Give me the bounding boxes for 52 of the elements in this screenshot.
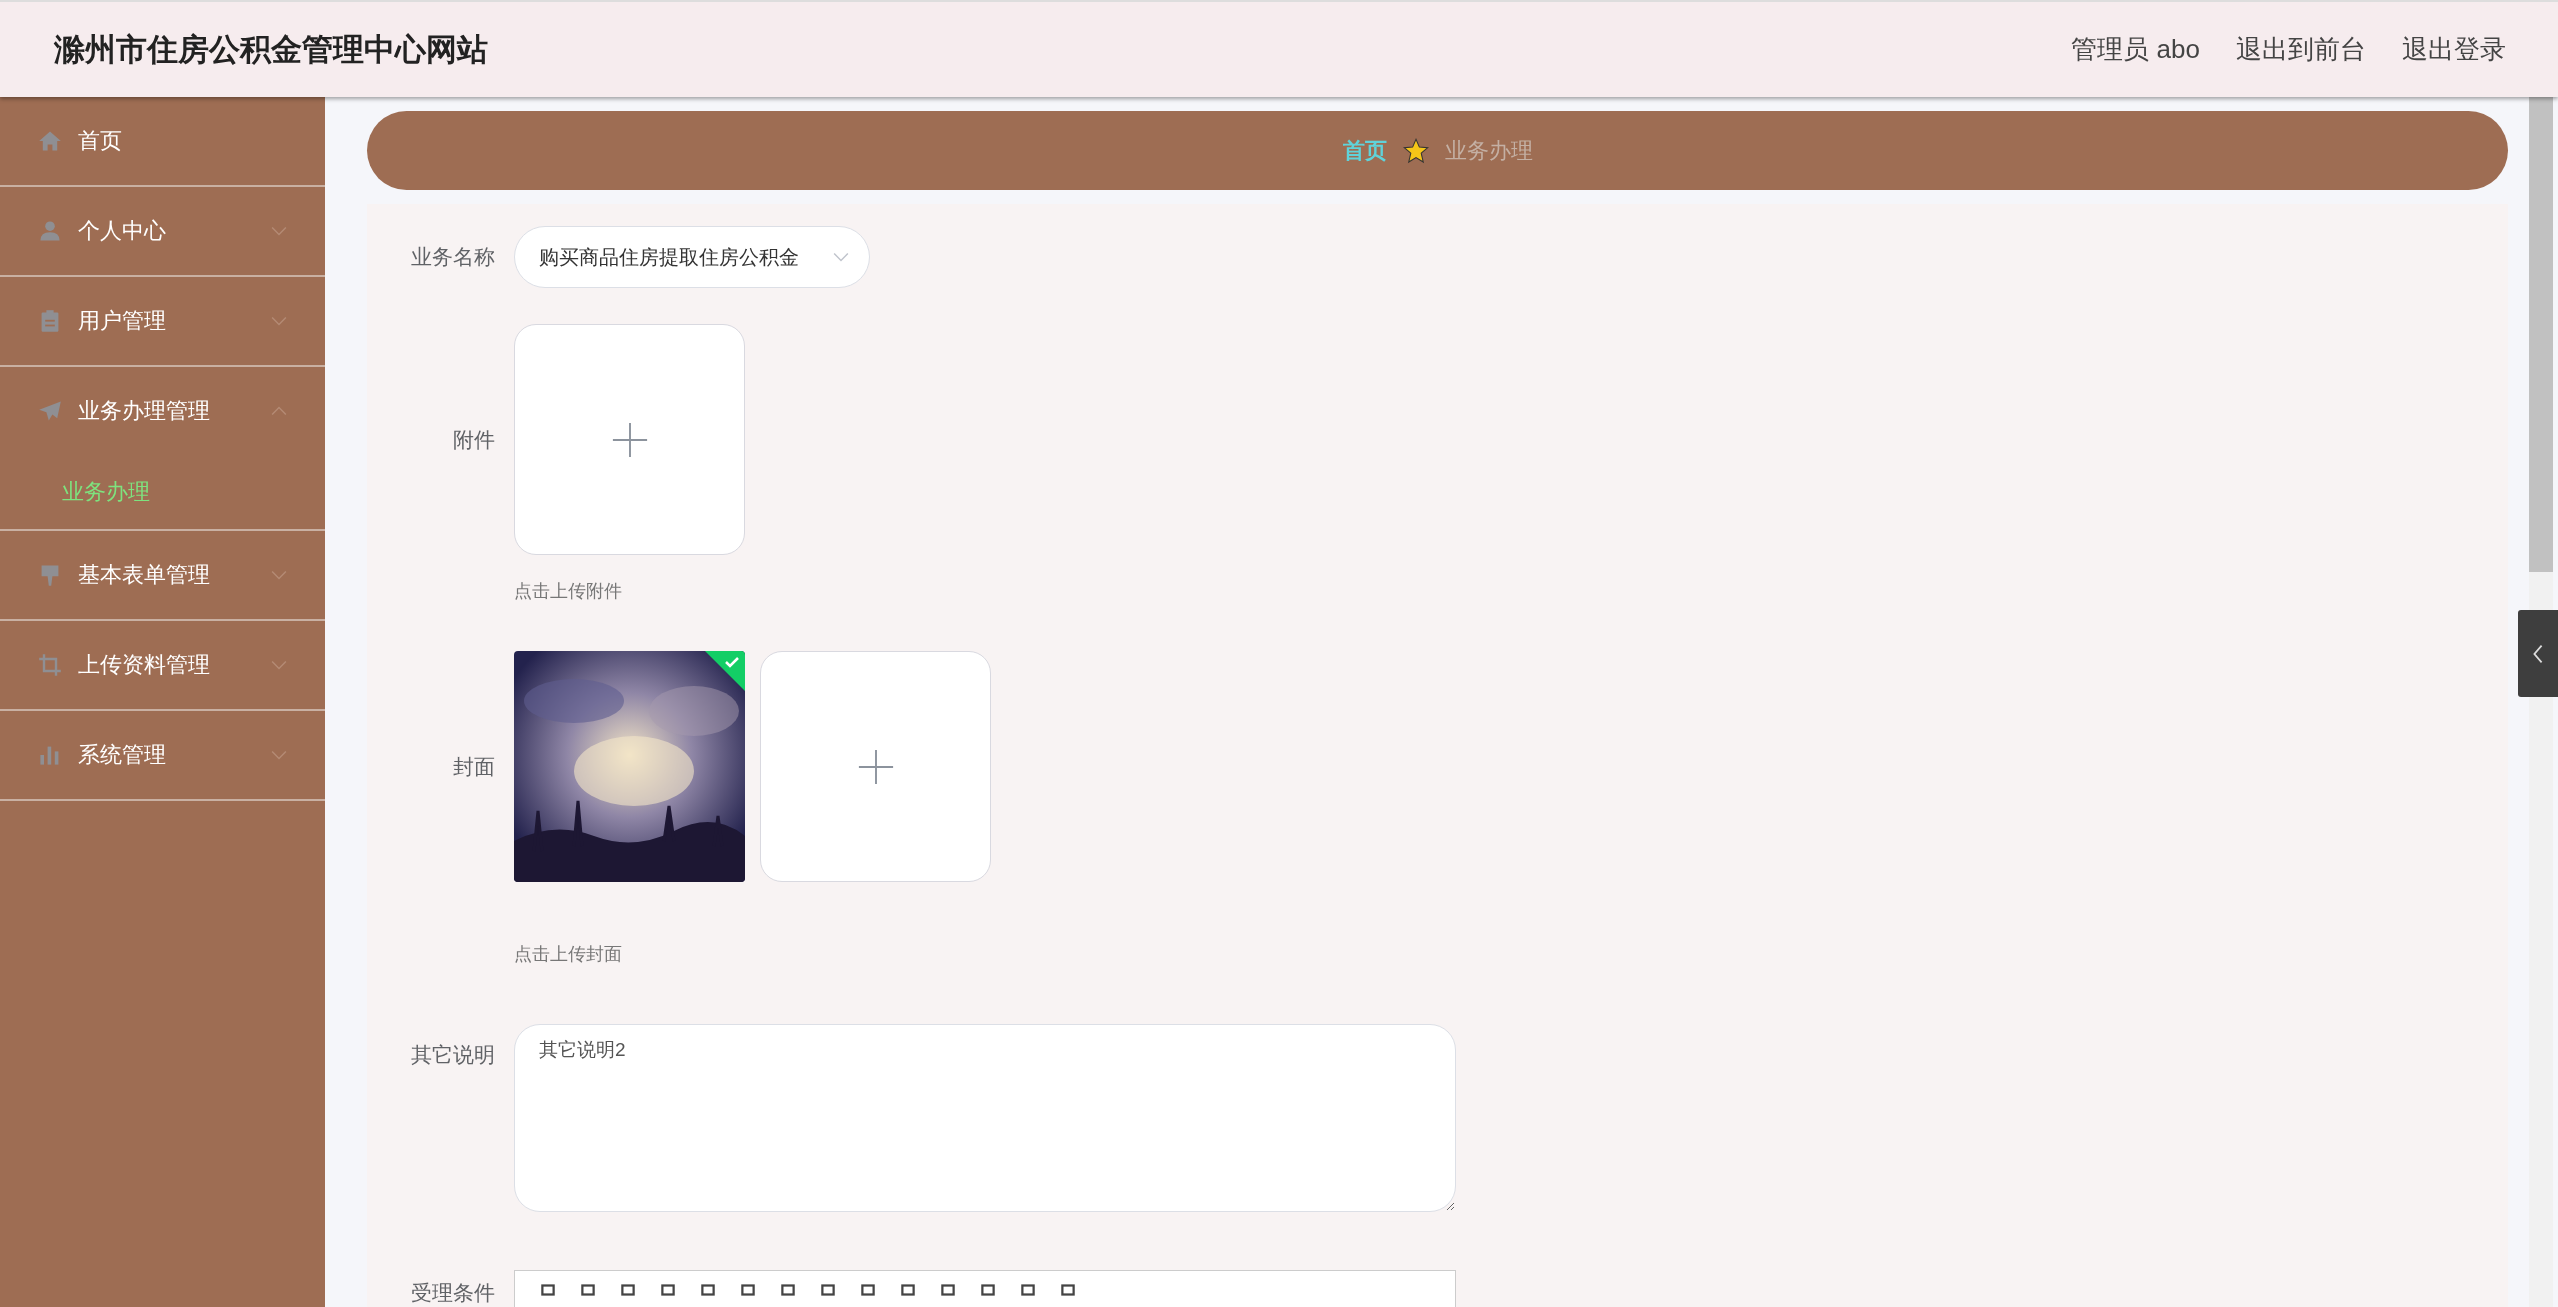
paper-plane-icon — [38, 399, 62, 423]
toolbar-icon[interactable] — [859, 1283, 877, 1297]
toolbar-icon[interactable] — [739, 1283, 757, 1297]
toolbar-icon[interactable] — [1059, 1283, 1077, 1297]
sidebar-item[interactable]: 系统管理 — [0, 711, 325, 799]
sidebar-item[interactable]: 业务办理管理 — [0, 367, 325, 455]
header-link[interactable]: 退出到前台 — [2236, 32, 2366, 67]
site-title: 滁州市住房公积金管理中心网站 — [54, 30, 488, 69]
breadcrumb-item[interactable]: 首页 — [1342, 135, 1387, 166]
upload-hint: 点击上传封面 — [514, 943, 623, 966]
toolbar-icon[interactable] — [1019, 1283, 1037, 1297]
user-name: 管理员 abo — [2071, 33, 2200, 66]
toolbar-icon[interactable] — [659, 1283, 677, 1297]
sidebar-item[interactable]: 首页 — [0, 97, 325, 185]
text-area[interactable]: 其它说明2 — [514, 1024, 1456, 1212]
field-label: 其它说明 — [410, 1042, 496, 1068]
crop-icon — [38, 653, 62, 677]
scrollbar[interactable] — [2529, 97, 2553, 1307]
toolbar-icon[interactable] — [699, 1283, 717, 1297]
sidebar-item[interactable]: 基本表单管理 — [0, 531, 325, 619]
select-field[interactable]: 购买商品住房提取住房公积金 — [514, 226, 870, 288]
chevron-icon — [271, 750, 287, 760]
star-icon — [1402, 137, 1429, 164]
breadcrumb-item: 业务办理 — [1444, 136, 1533, 165]
toolbar-icon[interactable] — [899, 1283, 917, 1297]
sidebar-item[interactable]: 个人中心 — [0, 187, 325, 275]
upload-hint: 点击上传附件 — [514, 580, 623, 603]
user-icon — [38, 219, 62, 243]
sidebar-item[interactable]: 上传资料管理 — [0, 621, 325, 709]
plus-icon — [856, 747, 895, 786]
toolbar-icon[interactable] — [579, 1283, 597, 1297]
chevron-icon — [271, 570, 287, 580]
sidebar-item[interactable]: 用户管理 — [0, 277, 325, 365]
toolbar-icon[interactable] — [619, 1283, 637, 1297]
field-label: 附件 — [452, 427, 496, 453]
toolbar-icon[interactable] — [939, 1283, 957, 1297]
submenu-item[interactable]: 业务办理 — [0, 455, 325, 529]
toolbar-icon[interactable] — [819, 1283, 837, 1297]
home-icon — [38, 129, 62, 153]
field-label: 业务名称 — [410, 244, 496, 270]
chevron-icon — [271, 660, 287, 670]
chevron-left-icon — [2532, 643, 2544, 664]
chevron-icon — [271, 406, 287, 416]
toolbar-icon[interactable] — [779, 1283, 797, 1297]
chevron-icon — [271, 316, 287, 326]
field-label: 封面 — [452, 754, 496, 780]
chevron-icon — [271, 226, 287, 236]
field-label: 受理条件 — [410, 1280, 496, 1306]
plus-icon — [610, 420, 649, 459]
header-link[interactable]: 退出登录 — [2402, 32, 2506, 67]
toolbar-icon[interactable] — [979, 1283, 997, 1297]
toolbar-icon[interactable] — [539, 1283, 557, 1297]
